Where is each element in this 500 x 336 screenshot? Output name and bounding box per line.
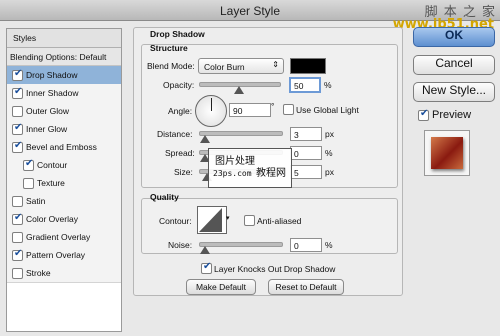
angle-dial[interactable]	[195, 95, 227, 127]
quality-title: Quality	[150, 192, 179, 202]
noise-slider-track[interactable]	[199, 242, 283, 247]
preview-label: Preview	[432, 109, 472, 121]
angle-label: Angle:	[168, 106, 193, 116]
spread-unit: %	[325, 148, 333, 158]
style-item-pattern-overlay[interactable]: Pattern Overlay	[7, 246, 121, 265]
style-item-contour[interactable]: Contour	[7, 156, 121, 175]
style-item-inner-glow[interactable]: Inner Glow	[7, 120, 121, 139]
texture-checkbox[interactable]	[23, 178, 34, 189]
style-item-gradient-overlay[interactable]: Gradient Overlay	[7, 228, 121, 247]
noise-slider-thumb[interactable]	[200, 246, 210, 254]
contour-label: Contour:	[159, 216, 192, 226]
outer-glow-checkbox[interactable]	[12, 106, 23, 117]
satin-checkbox[interactable]	[12, 196, 23, 207]
watermark-overlay: 图片处理 23ps.com 教程网	[208, 148, 292, 188]
drop-shadow-title: Drop Shadow	[150, 29, 205, 39]
style-item-drop-shadow[interactable]: Drop Shadow	[7, 66, 121, 85]
styles-list: Styles Blending Options: Default Drop Sh…	[6, 28, 122, 332]
opacity-slider-thumb[interactable]	[234, 86, 244, 94]
distance-label: Distance:	[157, 129, 193, 139]
opacity-label: Opacity:	[163, 80, 195, 90]
contour-preview[interactable]	[197, 206, 227, 234]
layer-knocks-out-checkbox[interactable]	[201, 261, 212, 274]
preview-swatch-image	[431, 137, 463, 169]
size-label: Size:	[174, 167, 193, 177]
contour-checkbox[interactable]	[23, 158, 34, 171]
angle-dial-needle	[211, 98, 212, 111]
use-global-light-label: Use Global Light	[296, 105, 359, 115]
size-input[interactable]: 5	[290, 165, 322, 179]
blending-options-item[interactable]: Blending Options: Default	[7, 48, 121, 66]
distance-input[interactable]: 3	[290, 127, 322, 141]
chevron-down-icon[interactable]: ▾	[226, 214, 230, 222]
drop-shadow-checkbox[interactable]	[12, 68, 23, 81]
inner-shadow-checkbox[interactable]	[12, 86, 23, 99]
layer-knocks-out-label: Layer Knocks Out Drop Shadow	[214, 264, 336, 274]
style-item-texture[interactable]: Texture	[7, 174, 121, 193]
spread-label: Spread:	[165, 148, 195, 158]
structure-title: Structure	[150, 43, 188, 53]
noise-label: Noise:	[168, 240, 193, 250]
new-style-button[interactable]: New Style...	[413, 82, 495, 102]
style-item-satin[interactable]: Satin	[7, 192, 121, 211]
use-global-light-checkbox[interactable]	[283, 104, 294, 115]
blend-mode-select[interactable]: Color Burn ⇕	[198, 58, 284, 74]
chevron-updown-icon: ⇕	[272, 60, 279, 69]
gradient-overlay-checkbox[interactable]	[12, 232, 23, 243]
styles-header[interactable]: Styles	[7, 29, 121, 48]
distance-unit: px	[325, 129, 334, 139]
make-default-button[interactable]: Make Default	[186, 279, 256, 295]
preview-thumbnail	[424, 130, 470, 176]
angle-input[interactable]: 90	[229, 103, 271, 117]
spread-input[interactable]: 0	[290, 146, 322, 160]
stroke-checkbox[interactable]	[12, 268, 23, 279]
bevel-and-emboss-checkbox[interactable]	[12, 140, 23, 153]
style-item-outer-glow[interactable]: Outer Glow	[7, 102, 121, 121]
anti-aliased-label: Anti-aliased	[257, 216, 302, 226]
reset-to-default-button[interactable]: Reset to Default	[268, 279, 344, 295]
distance-slider-track[interactable]	[199, 131, 283, 136]
noise-input[interactable]: 0	[290, 238, 322, 252]
preview-checkbox[interactable]	[418, 108, 429, 121]
cancel-button[interactable]: Cancel	[413, 55, 495, 75]
color-overlay-checkbox[interactable]	[12, 212, 23, 225]
noise-unit: %	[325, 240, 333, 250]
style-item-stroke[interactable]: Stroke	[7, 264, 121, 283]
inner-glow-checkbox[interactable]	[12, 122, 23, 135]
opacity-unit: %	[324, 80, 332, 90]
angle-unit: °	[271, 101, 275, 111]
size-unit: px	[325, 167, 334, 177]
style-item-bevel-and-emboss[interactable]: Bevel and Emboss	[7, 138, 121, 157]
contour-curve-icon	[199, 208, 222, 232]
anti-aliased-checkbox[interactable]	[244, 215, 255, 226]
distance-slider-thumb[interactable]	[200, 135, 210, 143]
opacity-input[interactable]: 50	[289, 77, 321, 93]
style-item-inner-shadow[interactable]: Inner Shadow	[7, 84, 121, 103]
shadow-color-swatch[interactable]	[290, 58, 326, 74]
blend-mode-label: Blend Mode:	[147, 61, 195, 71]
pattern-overlay-checkbox[interactable]	[12, 248, 23, 261]
style-item-color-overlay[interactable]: Color Overlay	[7, 210, 121, 229]
ok-button[interactable]: OK	[413, 27, 495, 47]
